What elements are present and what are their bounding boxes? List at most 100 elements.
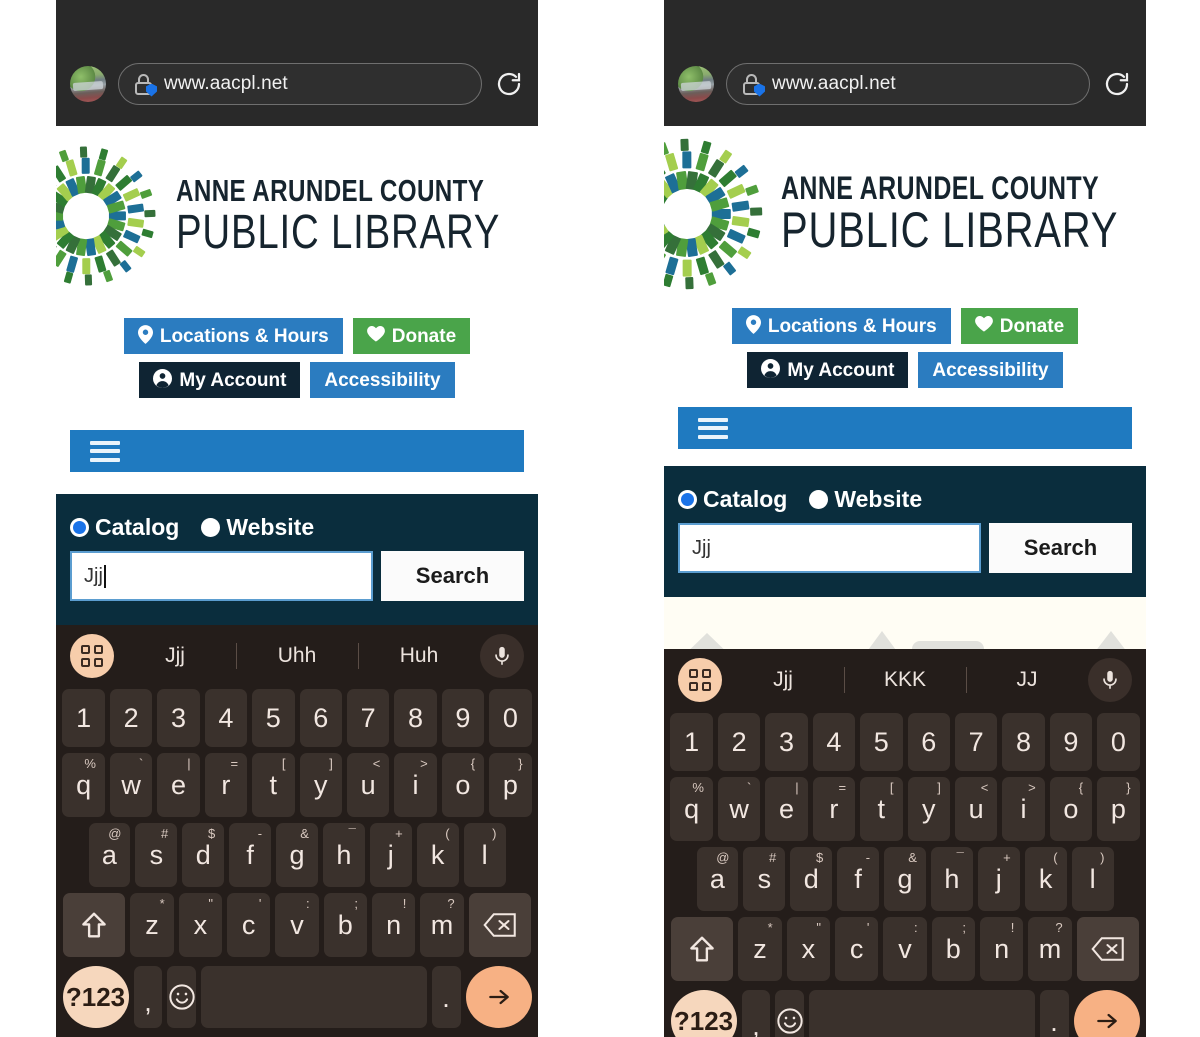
key-w[interactable]: ` w xyxy=(717,777,761,841)
key-4[interactable]: 4 xyxy=(204,689,248,747)
address-bar[interactable]: www.aacpl.net xyxy=(726,63,1090,105)
space-key[interactable] xyxy=(201,966,427,1028)
key-1[interactable]: 1 xyxy=(670,713,713,771)
my-account-button[interactable]: My Account xyxy=(139,362,301,398)
period-key[interactable]: . xyxy=(1039,990,1069,1037)
key-r[interactable]: = r xyxy=(204,753,248,817)
key-k[interactable]: (k xyxy=(1024,847,1067,911)
key-m[interactable]: ? m xyxy=(1028,917,1072,981)
key-3[interactable]: 3 xyxy=(765,713,808,771)
key-y[interactable]: ] y xyxy=(907,777,950,841)
hamburger-menu-icon[interactable] xyxy=(90,440,120,462)
key-h[interactable]: ¯ h xyxy=(930,847,973,911)
key-j[interactable]: + j xyxy=(977,847,1020,911)
shift-key[interactable] xyxy=(62,893,126,957)
key-l[interactable]: ) l xyxy=(463,823,506,887)
locations-hours-button[interactable]: Locations & Hours xyxy=(123,318,343,354)
suggestion-2[interactable]: Uhh xyxy=(236,644,358,668)
key-w[interactable]: ` w xyxy=(109,753,153,817)
key-c[interactable]: ' c xyxy=(227,893,271,957)
key-b[interactable]: ; b xyxy=(323,893,367,957)
key-8[interactable]: 8 xyxy=(1002,713,1045,771)
key-i[interactable]: > i xyxy=(1002,777,1045,841)
donate-button[interactable]: Donate xyxy=(960,308,1079,344)
symbols-key[interactable]: ?123 xyxy=(670,990,737,1037)
key-0[interactable]: 0 xyxy=(489,689,532,747)
locations-hours-button[interactable]: Locations & Hours xyxy=(731,308,951,344)
key-q[interactable]: % q xyxy=(62,753,105,817)
key-4[interactable]: 4 xyxy=(812,713,856,771)
key-z[interactable]: * z xyxy=(130,893,174,957)
key-9[interactable]: 9 xyxy=(441,689,485,747)
key-1[interactable]: 1 xyxy=(62,689,105,747)
key-h[interactable]: ¯ h xyxy=(322,823,365,887)
address-bar[interactable]: www.aacpl.net xyxy=(118,63,482,105)
microphone-icon[interactable] xyxy=(1088,658,1132,702)
emoji-key[interactable] xyxy=(775,990,805,1037)
comma-key[interactable]: , xyxy=(133,966,163,1028)
key-x[interactable]: " x xyxy=(178,893,222,957)
key-d[interactable]: $ d xyxy=(182,823,225,887)
key-m[interactable]: ? m xyxy=(420,893,464,957)
radio-website[interactable]: Website xyxy=(809,486,922,513)
key-3[interactable]: 3 xyxy=(157,689,200,747)
microphone-icon[interactable] xyxy=(480,634,524,678)
key-u[interactable]: < u xyxy=(954,777,998,841)
key-x[interactable]: " x xyxy=(786,917,830,981)
shift-key[interactable] xyxy=(670,917,734,981)
key-r[interactable]: = r xyxy=(812,777,856,841)
key-o[interactable]: {o xyxy=(1049,777,1093,841)
key-k[interactable]: (k xyxy=(416,823,459,887)
key-d[interactable]: $ d xyxy=(790,847,833,911)
backspace-key[interactable] xyxy=(1076,917,1140,981)
symbols-key[interactable]: ?123 xyxy=(62,966,129,1028)
suggestion-1[interactable]: Jjj xyxy=(722,668,844,692)
my-account-button[interactable]: My Account xyxy=(747,352,909,388)
radio-website-dot[interactable] xyxy=(809,490,829,509)
enter-key[interactable] xyxy=(1073,990,1140,1037)
key-s[interactable]: # s xyxy=(135,823,178,887)
key-i[interactable]: > i xyxy=(394,753,437,817)
key-z[interactable]: * z xyxy=(738,917,782,981)
backspace-key[interactable] xyxy=(468,893,532,957)
key-u[interactable]: < u xyxy=(346,753,390,817)
search-input[interactable]: Jjj xyxy=(70,551,373,601)
suggestion-1[interactable]: Jjj xyxy=(114,644,236,668)
key-v[interactable]: :v xyxy=(883,917,927,981)
radio-website-dot[interactable] xyxy=(201,518,221,537)
key-a[interactable]: @ a xyxy=(696,847,739,911)
key-q[interactable]: % q xyxy=(670,777,713,841)
reload-icon[interactable] xyxy=(494,69,524,99)
key-7[interactable]: 7 xyxy=(954,713,998,771)
key-y[interactable]: ] y xyxy=(299,753,342,817)
main-menu-bar[interactable] xyxy=(70,430,524,472)
suggestion-2[interactable]: KKK xyxy=(844,668,966,692)
key-g[interactable]: & g xyxy=(884,847,926,911)
hamburger-menu-icon[interactable] xyxy=(698,417,728,439)
site-logo[interactable]: ANNE ARUNDEL COUNTY PUBLIC LIBRARY xyxy=(664,126,1146,296)
site-logo[interactable]: ANNE ARUNDEL COUNTY PUBLIC LIBRARY xyxy=(56,126,538,296)
suggestion-3[interactable]: Huh xyxy=(358,644,480,668)
key-5[interactable]: 5 xyxy=(252,689,295,747)
main-menu-bar[interactable] xyxy=(678,407,1132,449)
key-p[interactable]: } p xyxy=(1097,777,1140,841)
space-key[interactable] xyxy=(809,990,1035,1037)
key-e[interactable]: | e xyxy=(765,777,808,841)
search-input[interactable]: Jjj xyxy=(678,523,981,573)
profile-avatar[interactable] xyxy=(678,66,714,102)
apps-grid-icon[interactable] xyxy=(70,634,114,678)
key-o[interactable]: {o xyxy=(441,753,485,817)
enter-key[interactable] xyxy=(465,966,532,1028)
radio-catalog[interactable]: Catalog xyxy=(678,486,787,513)
suggestion-3[interactable]: JJ xyxy=(966,668,1088,692)
search-button[interactable]: Search xyxy=(989,523,1132,573)
key-f[interactable]: -f xyxy=(837,847,880,911)
key-b[interactable]: ; b xyxy=(931,917,975,981)
key-6[interactable]: 6 xyxy=(299,689,342,747)
key-7[interactable]: 7 xyxy=(346,689,390,747)
key-a[interactable]: @ a xyxy=(88,823,131,887)
accessibility-button[interactable]: Accessibility xyxy=(918,352,1063,388)
key-n[interactable]: ! n xyxy=(979,917,1024,981)
accessibility-button[interactable]: Accessibility xyxy=(310,362,455,398)
key-p[interactable]: } p xyxy=(489,753,532,817)
